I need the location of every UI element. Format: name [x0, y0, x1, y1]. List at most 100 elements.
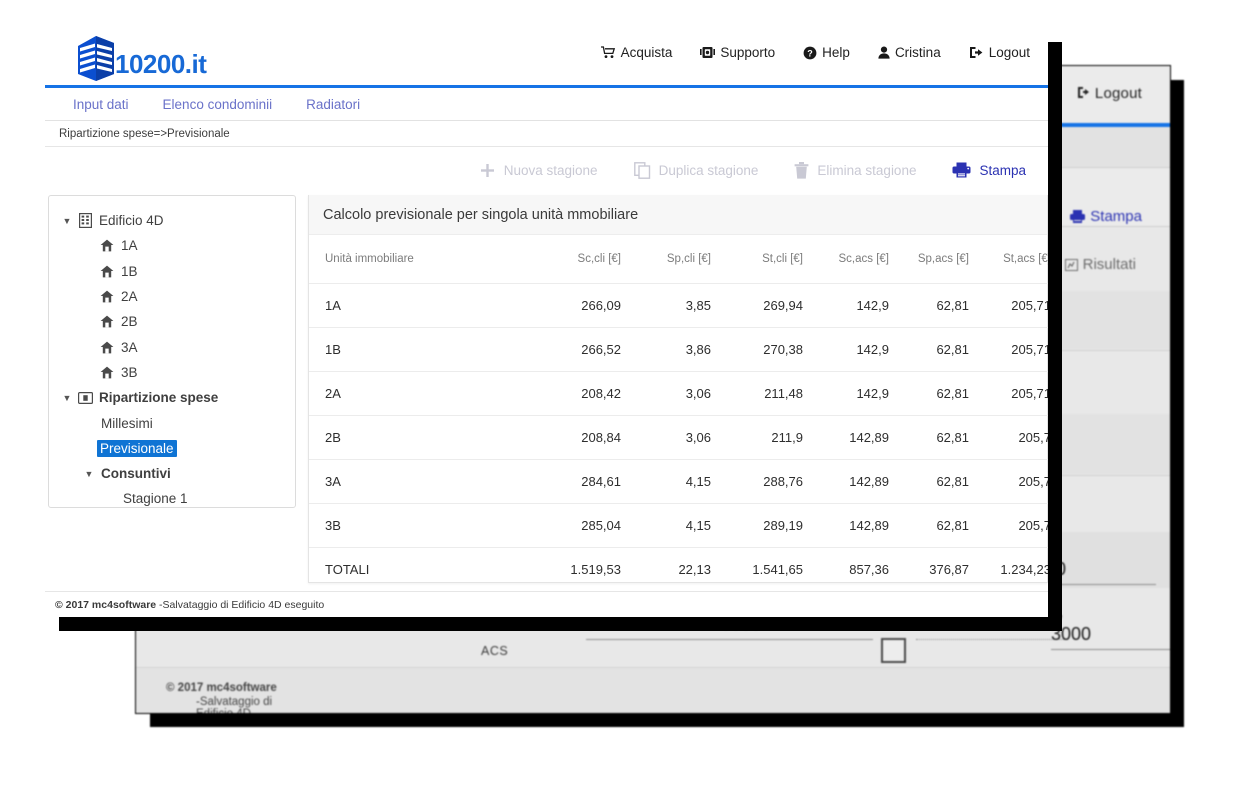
status-footer: © 2017 mc4software -Salvataggio di Edifi…	[45, 591, 1048, 617]
nav-item-radiatori[interactable]: Radiatori	[306, 97, 360, 112]
table-row[interactable]: 2B 208,84 3,06 211,9 142,89 62,81 205,7	[309, 415, 1048, 460]
cell-value: 208,84	[539, 415, 639, 460]
cell-unita: 1B	[309, 327, 539, 372]
cell-unita: 3A	[309, 459, 539, 504]
bg-field-underline	[1051, 649, 1170, 650]
delete-season-label: Elimina stagione	[817, 162, 917, 178]
print-button[interactable]: Stampa	[952, 162, 1026, 178]
cell-value: 1.541,65	[729, 547, 821, 592]
col-st-cli: St,cli [€]	[729, 235, 821, 284]
home-icon	[100, 366, 114, 379]
tree-item-1b[interactable]: 1B	[49, 259, 295, 284]
bg-field-underline	[586, 639, 738, 640]
cell-value: 62,81	[907, 459, 987, 504]
bg-results-tab[interactable]: Risultati	[1065, 256, 1136, 273]
tree-item-2a[interactable]: 2A	[49, 284, 295, 309]
nav-item-elenco-condominii[interactable]: Elenco condominii	[163, 97, 273, 112]
building-logo-icon	[78, 36, 114, 81]
duplicate-season-label: Duplica stagione	[658, 162, 759, 178]
tree-sidebar[interactable]: ▼ Edificio 4D 1A 1B 2A 2B 3A 3B ▼ Ripartizione sp…	[48, 195, 296, 508]
bg-print-button[interactable]: Stampa	[1069, 208, 1142, 225]
cell-value: 208,42	[539, 371, 639, 416]
tree-item-3a[interactable]: 3A	[49, 334, 295, 359]
tree-item-previsionale[interactable]: Previsionale	[49, 436, 295, 461]
cell-value: 205,7	[987, 503, 1048, 548]
table-head: Unità immobiliare Sc,cli [€] Sp,cli [€] …	[309, 235, 1048, 284]
table-header-row: Unità immobiliare Sc,cli [€] Sp,cli [€] …	[309, 235, 1048, 284]
brand-text: 10200.it	[115, 48, 207, 79]
tree-item-1a[interactable]: 1A	[49, 233, 295, 258]
cell-value: 266,09	[539, 283, 639, 328]
nav-item-input-dati[interactable]: Input dati	[73, 97, 129, 112]
col-sc-cli: Sc,cli [€]	[539, 235, 639, 284]
table-row[interactable]: 1B 266,52 3,86 270,38 142,9 62,81 205,71	[309, 327, 1048, 372]
tree-item-edificio-4d[interactable]: ▼ Edificio 4D	[49, 208, 295, 233]
previsionale-card: Calcolo previsionale per singola unità m…	[308, 195, 1048, 592]
tree-item-label: 3A	[121, 339, 138, 355]
chevron-down-icon[interactable]: ▼	[59, 216, 75, 226]
bg-field-4[interactable]: ale 3000	[1051, 611, 1170, 650]
chevron-down-icon[interactable]: ▼	[59, 393, 75, 403]
tree-item-2b[interactable]: 2B	[49, 309, 295, 334]
cell-value: 289,19	[729, 503, 821, 548]
table-row[interactable]: 2A 208,42 3,06 211,48 142,9 62,81 205,71	[309, 371, 1048, 416]
bg-checkbox[interactable]	[881, 638, 906, 663]
duplicate-season-button[interactable]: Duplica stagione	[633, 161, 759, 179]
help-circle-icon: ?	[803, 46, 817, 59]
cell-unita: 2B	[309, 415, 539, 460]
tree-item-stagione-1[interactable]: Stagione 1	[49, 486, 295, 507]
top-link-label: Help	[822, 45, 850, 60]
col-sp-cli: Sp,cli [€]	[639, 235, 729, 284]
tree-item-label: Consuntivi	[101, 466, 171, 482]
chevron-down-icon[interactable]: ▼	[81, 469, 97, 479]
cell-value: 142,89	[821, 459, 907, 504]
delete-season-button[interactable]: Elimina stagione	[794, 161, 917, 179]
tree-item-ripartizione-spese[interactable]: ▼ Ripartizione spese	[49, 385, 295, 410]
tree-item-label: Ripartizione spese	[99, 390, 219, 406]
top-link-acquista[interactable]: Acquista	[600, 45, 672, 60]
cell-unita: 1A	[309, 283, 539, 328]
main-window[interactable]: 10200.it Acquista Supporto ? Help Cristi…	[45, 28, 1048, 617]
card-title: Calcolo previsionale per singola unità m…	[309, 195, 1047, 235]
cell-value: 284,61	[539, 459, 639, 504]
table-row[interactable]: 3A 284,61 4,15 288,76 142,89 62,81 205,7	[309, 459, 1048, 504]
tree-item-millesimi[interactable]: Millesimi	[49, 410, 295, 435]
bg-logout-link[interactable]: Logout	[1077, 85, 1142, 102]
top-link-cristina[interactable]: Cristina	[878, 45, 941, 60]
cell-value: 62,81	[907, 283, 987, 328]
table-totals-row[interactable]: TOTALI 1.519,53 22,13 1.541,65 857,36 376,87 1…	[309, 547, 1048, 592]
bg-total-field[interactable]: ale 100	[1036, 546, 1156, 585]
cell-value: 266,52	[539, 327, 639, 372]
cell-value: 4,15	[639, 503, 729, 548]
tree-item-label: Edificio 4D	[99, 213, 164, 229]
new-season-button[interactable]: Nuova stagione	[479, 162, 598, 179]
cell-value: 62,81	[907, 327, 987, 372]
tree-item-label: Stagione 1	[123, 491, 188, 507]
logo[interactable]: 10200.it	[78, 36, 207, 81]
previsionale-table: Unità immobiliare Sc,cli [€] Sp,cli [€] …	[309, 235, 1048, 592]
top-link-label: Logout	[988, 45, 1030, 60]
tree-item-label: Previsionale	[97, 439, 177, 457]
home-icon	[100, 341, 114, 354]
cell-value: 269,94	[729, 283, 821, 328]
tree-item-3b[interactable]: 3B	[49, 360, 295, 385]
table-row[interactable]: 3B 285,04 4,15 289,19 142,89 62,81 205,7	[309, 503, 1048, 548]
bg-total-value: 100	[1036, 559, 1067, 579]
top-link-supporto[interactable]: Supporto	[700, 45, 775, 60]
tree-item-consuntivi[interactable]: ▼ Consuntivi	[49, 461, 295, 486]
cell-value: 205,71	[987, 327, 1048, 372]
cell-value: 4,15	[639, 459, 729, 504]
bg-footer-text: © 2017 mc4software -Salvataggio di Edifi…	[166, 682, 277, 713]
table-row[interactable]: 1A 266,09 3,85 269,94 142,9 62,81 205,71	[309, 283, 1048, 328]
cell-unita: 2A	[309, 371, 539, 416]
action-toolbar: Nuova stagione Duplica stagione Elimina …	[45, 147, 1048, 193]
main-nav: Input dati Elenco condominii Radiatori	[45, 88, 1048, 121]
home-icon	[100, 315, 114, 328]
copy-icon	[633, 161, 650, 179]
cell-value: 270,38	[729, 327, 821, 372]
top-link-logout[interactable]: Logout	[969, 45, 1030, 60]
bg-field-underline	[721, 639, 873, 640]
tree-item-label: 2B	[121, 314, 138, 330]
content-area: ▼ Edificio 4D 1A 1B 2A 2B 3A 3B ▼ Ripartizione sp…	[45, 193, 1048, 592]
top-link-help[interactable]: ? Help	[803, 45, 850, 60]
